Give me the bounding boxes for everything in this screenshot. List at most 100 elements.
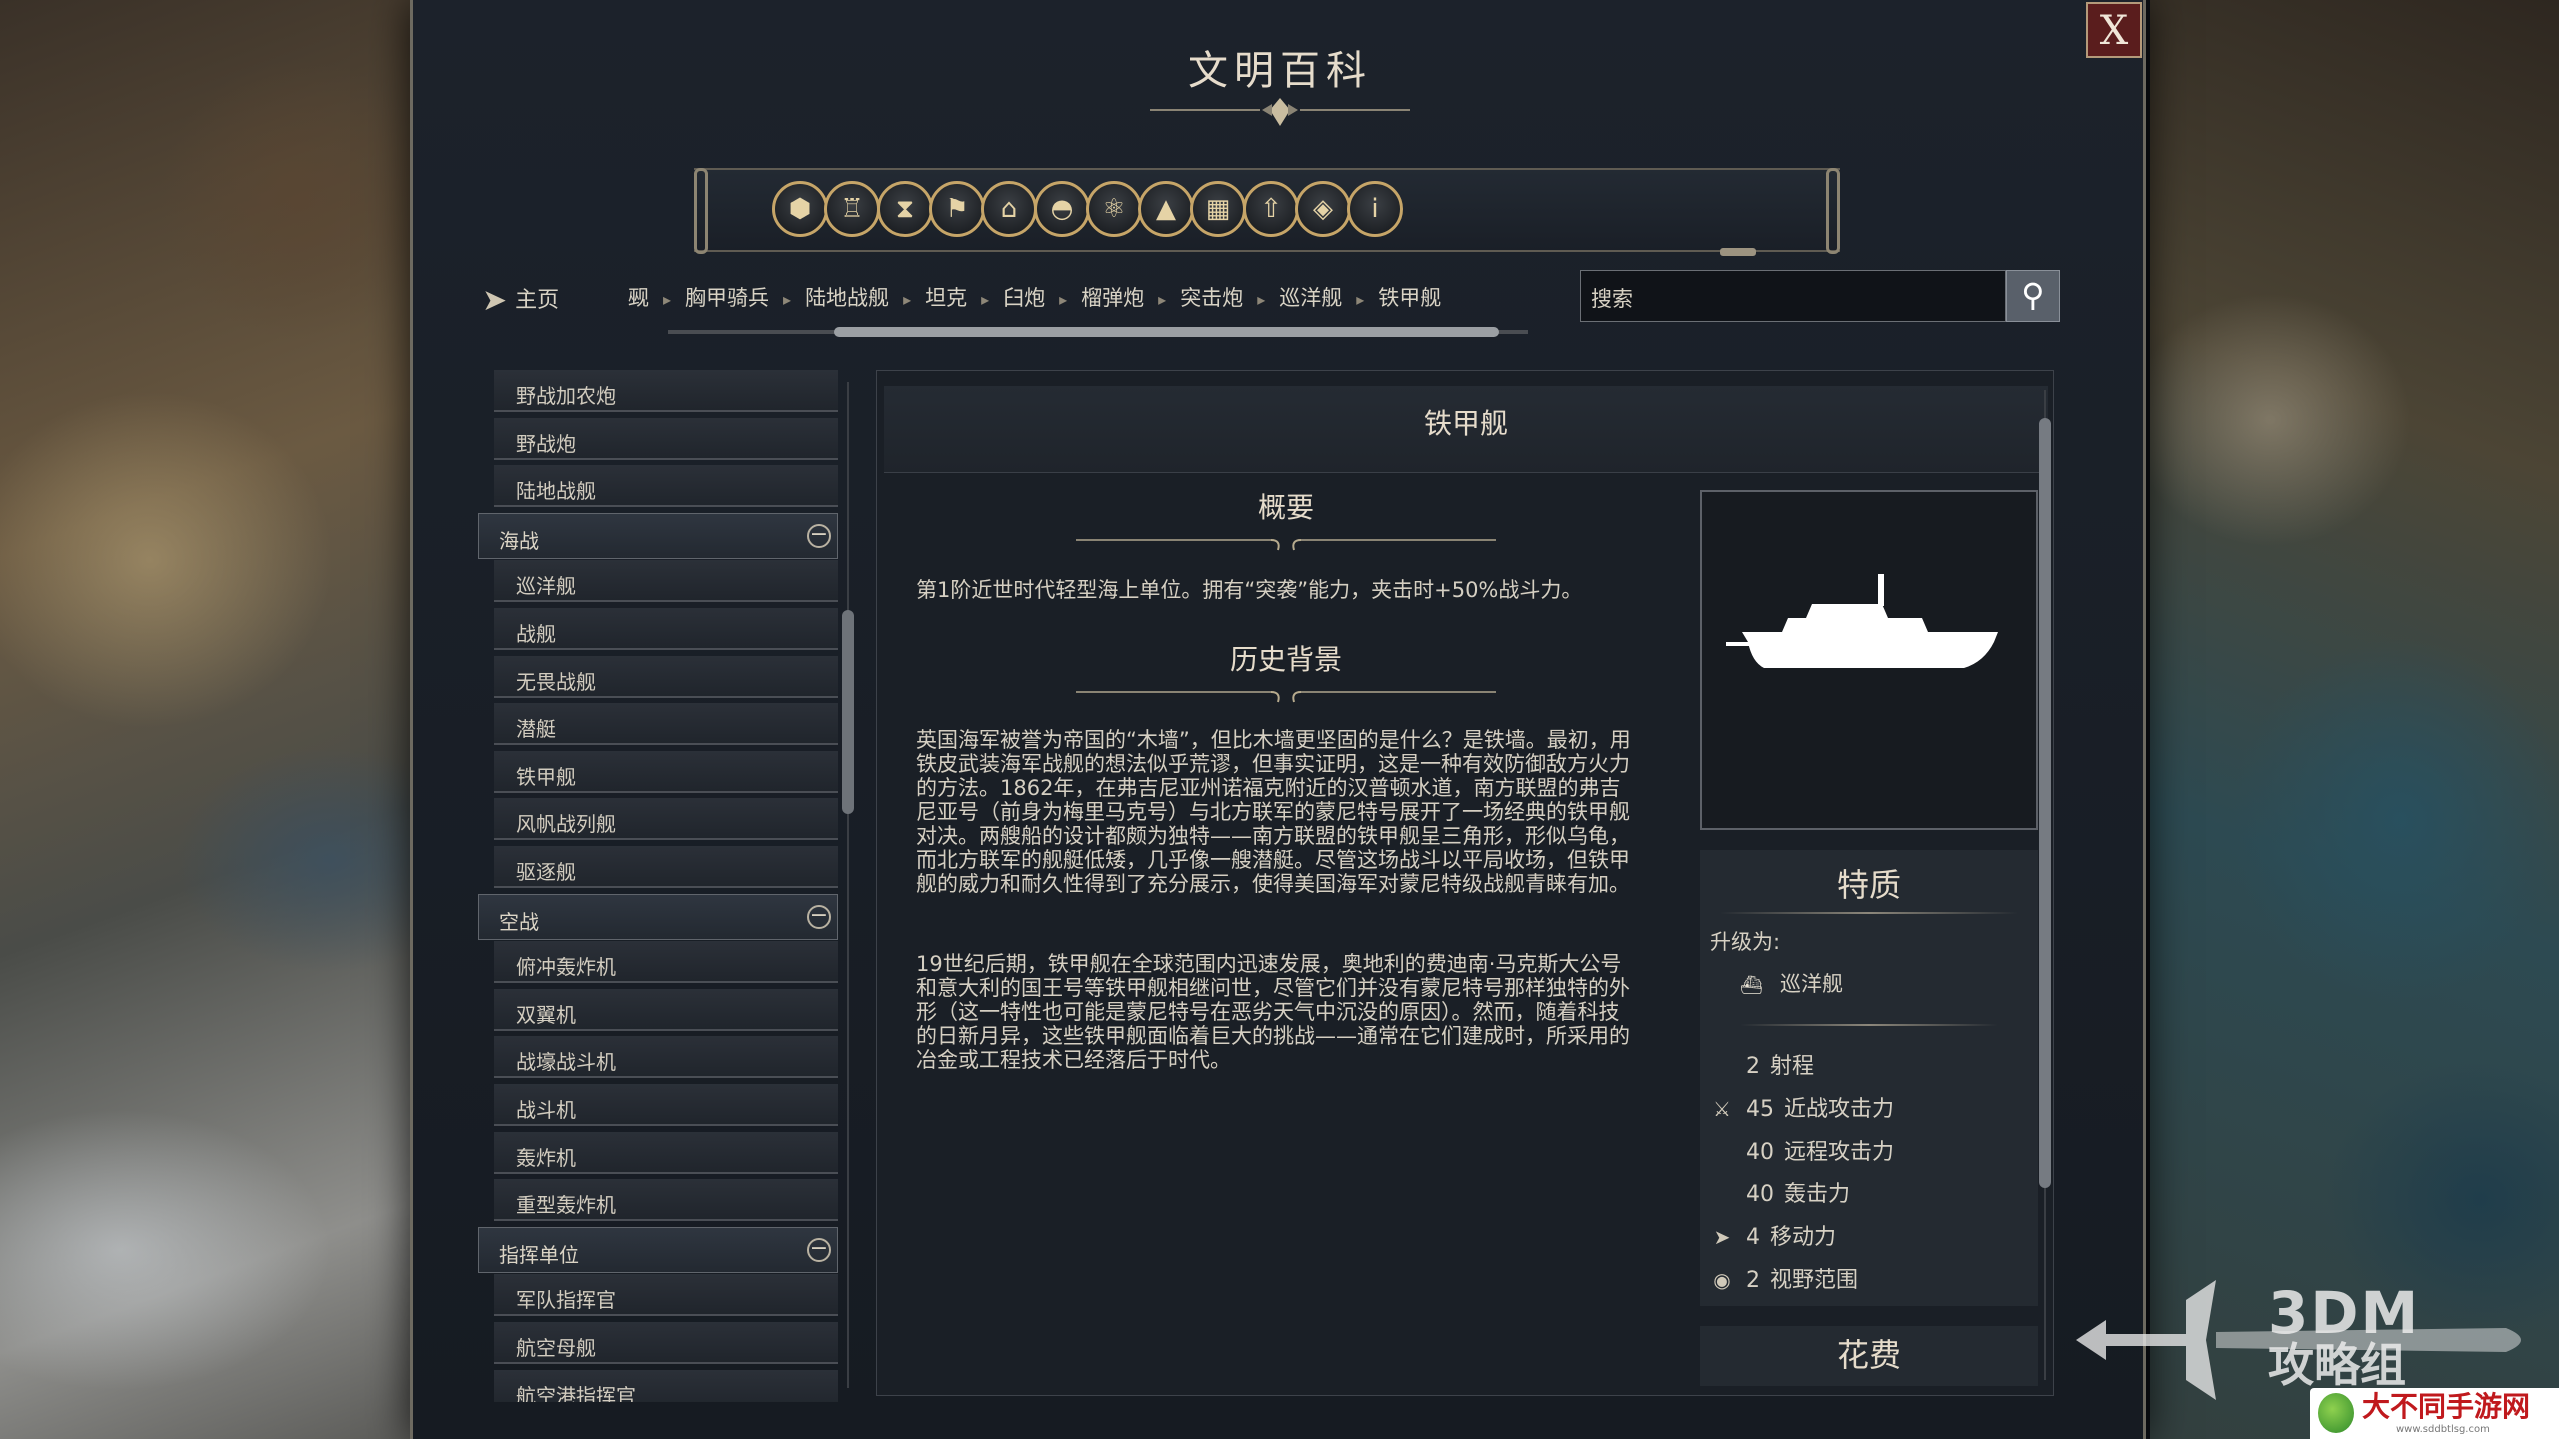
flag-icon[interactable]: ⚑ — [929, 181, 985, 237]
article-scroll-thumb[interactable] — [2039, 418, 2051, 1188]
cruiser-icon: ⛴ — [1740, 975, 1763, 996]
history-paragraph-2: 19世纪后期，铁甲舰在全球范围内迅速发展，奥地利的费迪南·马克斯大公号和意大利的… — [916, 952, 1630, 1072]
list-item[interactable]: 巡洋舰 — [494, 560, 838, 602]
stat-row: 40 远程攻击力 — [1708, 1134, 1894, 1165]
title-ornament — [1150, 98, 1410, 126]
list-category[interactable]: 海战 − — [478, 513, 838, 559]
stat-row: ⚔ 45 近战攻击力 — [1708, 1091, 1894, 1122]
atom-icon[interactable]: ⚛ — [1086, 181, 1142, 237]
mountain-icon[interactable]: ▲ — [1138, 181, 1194, 237]
list-item[interactable]: 航空港指挥官 — [494, 1370, 838, 1402]
breadcrumb: 觋 ▸ 胸甲骑兵 ▸ 陆地战舰 ▸ 坦克 ▸ 臼炮 ▸ 榴弹炮 ▸ 突击炮 ▸ 巡洋舰 ▸ 铁甲舰 — [628, 282, 1441, 312]
summary-heading: 概要 — [1257, 491, 1314, 524]
breadcrumb-separator-icon: ▸ — [1356, 290, 1365, 309]
list-item[interactable]: 野战炮 — [494, 418, 838, 460]
list-item[interactable]: 军队指挥官 — [494, 1274, 838, 1316]
breadcrumb-separator-icon: ▸ — [1257, 290, 1266, 309]
list-item[interactable]: 陆地战舰 — [494, 465, 838, 507]
breadcrumb-item[interactable]: 陆地战舰 — [805, 286, 889, 310]
breadcrumb-item[interactable]: 铁甲舰 — [1378, 286, 1441, 310]
collapse-icon[interactable]: − — [807, 905, 831, 929]
breadcrumb-item[interactable]: 坦克 — [925, 286, 967, 310]
unit-list-scroll-thumb[interactable] — [842, 610, 854, 814]
stat-value: 4 — [1746, 1225, 1760, 1251]
breadcrumb-item[interactable]: 榴弹炮 — [1081, 286, 1144, 310]
book-icon[interactable]: ◈ — [1295, 181, 1351, 237]
stat-value: 2 — [1746, 1054, 1760, 1079]
breadcrumb-scrollbar[interactable] — [668, 327, 1528, 337]
list-item[interactable]: 铁甲舰 — [494, 751, 838, 793]
list-item[interactable]: 无畏战舰 — [494, 656, 838, 698]
breadcrumb-separator-icon: ▸ — [663, 290, 672, 309]
traits-divider — [1720, 912, 2018, 914]
list-item[interactable]: 重型轰炸机 — [494, 1179, 838, 1221]
list-item[interactable]: 风帆战列舰 — [494, 798, 838, 840]
search-button[interactable]: ⚲ — [2006, 270, 2060, 322]
info-icon[interactable]: i — [1347, 181, 1403, 237]
game-map-left — [0, 0, 420, 1439]
close-button[interactable]: X — [2086, 2, 2142, 58]
stat-label: 射程 — [1770, 1054, 1815, 1079]
resources-icon[interactable]: ⬢ — [772, 181, 828, 237]
stat-label: 视野范围 — [1770, 1268, 1859, 1293]
history-paragraph-1: 英国海军被誉为帝国的“木墙”，但比木墙更坚固的是什么？是铁墙。最初，用铁皮武装海… — [916, 728, 1631, 896]
list-item[interactable]: 战舰 — [494, 608, 838, 650]
stat-label: 轰击力 — [1784, 1182, 1851, 1208]
game-map-right — [2150, 0, 2559, 1439]
site-url: www.sddbtlsg.com — [2396, 1424, 2490, 1435]
page-title: 文明百科 — [1188, 48, 1372, 94]
eye-icon: ◉ — [1713, 1268, 1731, 1292]
list-category[interactable]: 空战 − — [478, 894, 838, 940]
breadcrumb-item[interactable]: 巡洋舰 — [1279, 286, 1342, 310]
search-input[interactable]: 搜索 — [1580, 270, 2006, 322]
list-item[interactable]: 航空母舰 — [494, 1322, 838, 1364]
active-category-marker — [1720, 248, 1756, 256]
article-title: 铁甲舰 — [884, 386, 2048, 473]
back-arrow-icon: ➤ — [482, 283, 508, 318]
site-name: 大不同手游网 — [2362, 1390, 2531, 1423]
breadcrumb-item[interactable]: 突击炮 — [1180, 286, 1243, 310]
unit-list-scrollbar[interactable] — [842, 372, 854, 1398]
summary-heading-ornament — [1076, 539, 1496, 551]
list-item[interactable]: 潜艇 — [494, 703, 838, 745]
goblet-icon[interactable]: ♖ — [824, 181, 880, 237]
home-link[interactable]: ➤ 主页 — [482, 282, 559, 318]
building-icon[interactable]: ▦ — [1190, 181, 1246, 237]
upgrade-arrow-icon[interactable]: ⇧ — [1243, 181, 1299, 237]
breadcrumb-separator-icon: ▸ — [903, 290, 912, 309]
ironclad-ship-icon — [1726, 574, 1998, 668]
upgrade-label: 升级为: — [1710, 930, 1781, 954]
search-icon: ⚲ — [2021, 276, 2045, 314]
summary-text: 第1阶近世时代轻型海上单位。拥有“突袭”能力，夹击时+50%战斗力。 — [916, 578, 1583, 602]
traits-title: 特质 — [1836, 866, 1901, 904]
breadcrumb-separator-icon: ▸ — [981, 290, 990, 309]
list-item[interactable]: 野战加农炮 — [494, 370, 838, 412]
stat-row: ◉ 2 视野范围 — [1708, 1262, 1859, 1293]
list-item[interactable]: 轰炸机 — [494, 1132, 838, 1174]
article-scrollbar[interactable] — [2038, 378, 2052, 1394]
breadcrumb-item[interactable]: 胸甲骑兵 — [685, 286, 769, 310]
list-item[interactable]: 战斗机 — [494, 1084, 838, 1126]
breadcrumb-item[interactable]: 臼炮 — [1003, 286, 1045, 310]
movement-arrow-icon: ➤ — [1713, 1225, 1731, 1250]
list-category-label: 空战 — [499, 910, 539, 934]
list-item[interactable]: 战壕战斗机 — [494, 1036, 838, 1078]
stat-row: 40 轰击力 — [1708, 1176, 1851, 1208]
temple-icon[interactable]: ⌂ — [981, 181, 1037, 237]
list-category[interactable]: 指挥单位 − — [478, 1227, 838, 1273]
dome-icon[interactable]: ◓ — [1034, 181, 1090, 237]
brand-watermark-line1: 3DM — [2268, 1279, 2421, 1347]
stat-value: 2 — [1746, 1268, 1760, 1293]
list-item[interactable]: 俯冲轰炸机 — [494, 941, 838, 983]
upgrade-target-link[interactable]: ⛴ 巡洋舰 — [1740, 968, 1843, 998]
list-item[interactable]: 驱逐舰 — [494, 846, 838, 888]
stat-row: 2 射程 — [1708, 1048, 1815, 1079]
collapse-icon[interactable]: − — [807, 524, 831, 548]
list-item[interactable]: 双翼机 — [494, 989, 838, 1031]
list-category-label: 海战 — [499, 529, 539, 553]
hourglass-icon[interactable]: ⧗ — [877, 181, 933, 237]
stat-row: ➤ 4 移动力 — [1708, 1219, 1836, 1251]
breadcrumb-item[interactable]: 觋 — [628, 286, 649, 310]
collapse-icon[interactable]: − — [807, 1238, 831, 1262]
breadcrumb-scroll-thumb[interactable] — [834, 327, 1499, 337]
